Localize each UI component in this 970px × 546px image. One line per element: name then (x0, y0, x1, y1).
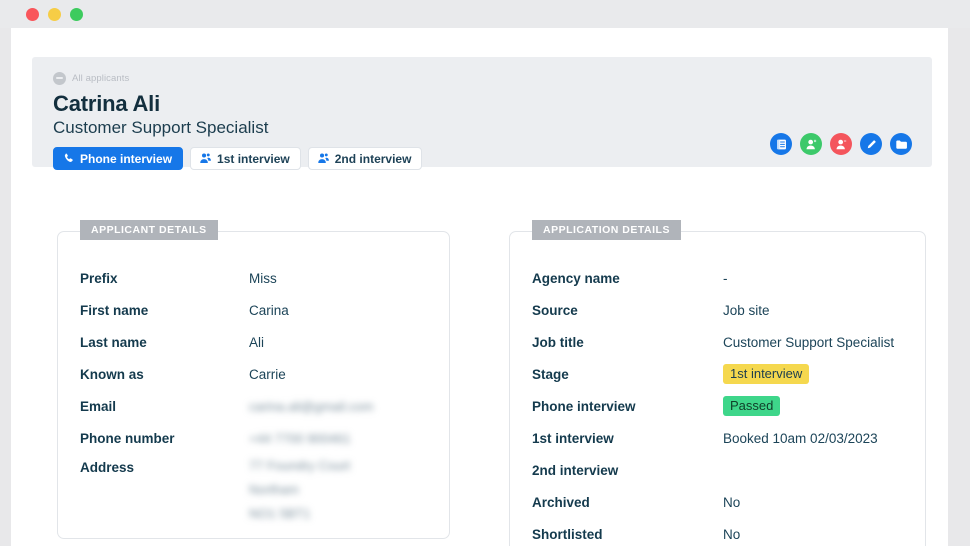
edit-pencil-icon (867, 139, 876, 148)
application-details-card: APPLICATION DETAILS Agency name - Source… (509, 220, 926, 546)
row-label: Stage (532, 366, 569, 382)
row-label: Archived (532, 494, 590, 510)
table-row: Known as Carrie (58, 358, 449, 390)
row-label: Shortlisted (532, 526, 603, 542)
table-row: Agency name - (510, 262, 925, 294)
breadcrumb-label: All applicants (72, 72, 130, 84)
applicant-details-rows: Prefix Miss First name Carina Last name … (58, 262, 449, 522)
user-remove-icon (836, 138, 847, 149)
row-value: No (723, 526, 741, 542)
address-line: Northam (249, 482, 299, 497)
app-window: All applicants Catrina Ali Customer Supp… (0, 0, 970, 546)
files-button[interactable] (890, 133, 912, 155)
applicant-details-title: APPLICANT DETAILS (80, 220, 218, 240)
row-value: No (723, 494, 741, 510)
row-value: Carina (249, 302, 289, 318)
minimize-window-button[interactable] (48, 7, 61, 21)
row-label: Last name (80, 334, 147, 350)
row-label: First name (80, 302, 149, 318)
row-value: - (723, 270, 728, 286)
tab-2nd-interview-label: 2nd interview (334, 151, 412, 166)
close-window-button[interactable] (26, 7, 39, 21)
header-action-buttons (770, 133, 912, 155)
row-label: 2nd interview (532, 462, 619, 478)
row-label: Email (80, 398, 117, 414)
table-row: Phone interview Passed (510, 390, 925, 422)
remove-applicant-button[interactable] (830, 133, 852, 155)
row-label: Phone number (80, 430, 175, 446)
edit-button[interactable] (860, 133, 882, 155)
tab-phone-interview-label: Phone interview (80, 151, 173, 166)
redacted-email: carina.ali@gmail.com (249, 398, 374, 414)
row-label: Job title (532, 334, 584, 350)
table-row: Job title Customer Support Specialist (510, 326, 925, 358)
applicant-details-card: APPLICANT DETAILS Prefix Miss First name… (57, 220, 450, 539)
table-row: First name Carina (58, 294, 449, 326)
status-badge: Passed (723, 396, 781, 416)
table-row: Source Job site (510, 294, 925, 326)
tab-phone-interview[interactable]: Phone interview (53, 147, 184, 170)
users-icon (318, 153, 329, 164)
row-label: Known as (80, 366, 144, 382)
notes-icon (776, 139, 786, 149)
row-label: Phone interview (532, 398, 636, 414)
application-details-title: APPLICATION DETAILS (532, 220, 681, 240)
row-label: Agency name (532, 270, 620, 286)
tab-1st-interview[interactable]: 1st interview (190, 147, 301, 170)
row-label: 1st interview (532, 430, 614, 446)
row-value: Customer Support Specialist (723, 334, 895, 350)
table-row: Address 77 Foundry Court Northam NO1 5BT… (58, 454, 449, 521)
tab-1st-interview-label: 1st interview (217, 151, 290, 166)
folder-icon (895, 139, 907, 149)
notes-button[interactable] (770, 133, 792, 155)
back-circle-icon (53, 71, 66, 85)
row-value: Booked 10am 02/03/2023 (723, 430, 878, 446)
table-row: Shortlisted No (510, 518, 925, 546)
row-value: Job site (723, 302, 770, 318)
row-label: Prefix (80, 270, 118, 286)
maximize-window-button[interactable] (70, 7, 83, 21)
table-row: Email carina.ali@gmail.com (58, 390, 449, 422)
table-row: Phone number +44 7700 900461 (58, 422, 449, 454)
status-badge: 1st interview (723, 364, 810, 384)
window-titlebar (0, 0, 970, 28)
address-line: NO1 5BT1 (249, 506, 311, 521)
row-label: Address (80, 460, 135, 475)
breadcrumb[interactable]: All applicants (53, 70, 912, 86)
row-value: Miss (249, 270, 277, 286)
table-row: Stage 1st interview (510, 358, 925, 390)
tab-2nd-interview[interactable]: 2nd interview (307, 147, 423, 170)
application-details-rows: Agency name - Source Job site Job title … (510, 262, 925, 546)
page-canvas: All applicants Catrina Ali Customer Supp… (11, 28, 948, 546)
users-icon (200, 153, 211, 164)
table-row: Last name Ali (58, 326, 449, 358)
phone-icon (64, 153, 73, 162)
row-label: Source (532, 302, 578, 318)
page-title: Catrina Ali (53, 91, 161, 116)
table-row: Prefix Miss (58, 262, 449, 294)
add-applicant-button[interactable] (800, 133, 822, 155)
table-row: 1st interview Booked 10am 02/03/2023 (510, 422, 925, 454)
row-value: Ali (249, 334, 265, 350)
address-line: 77 Foundry Court (249, 458, 351, 473)
table-row: Archived No (510, 486, 925, 518)
user-add-icon (806, 138, 817, 149)
redacted-phone: +44 7700 900461 (249, 430, 351, 446)
redacted-address: 77 Foundry Court Northam NO1 5BT1 (249, 458, 350, 521)
applicant-header-panel: All applicants Catrina Ali Customer Supp… (32, 57, 932, 170)
row-value: Carrie (249, 366, 286, 382)
table-row: 2nd interview (510, 454, 925, 486)
